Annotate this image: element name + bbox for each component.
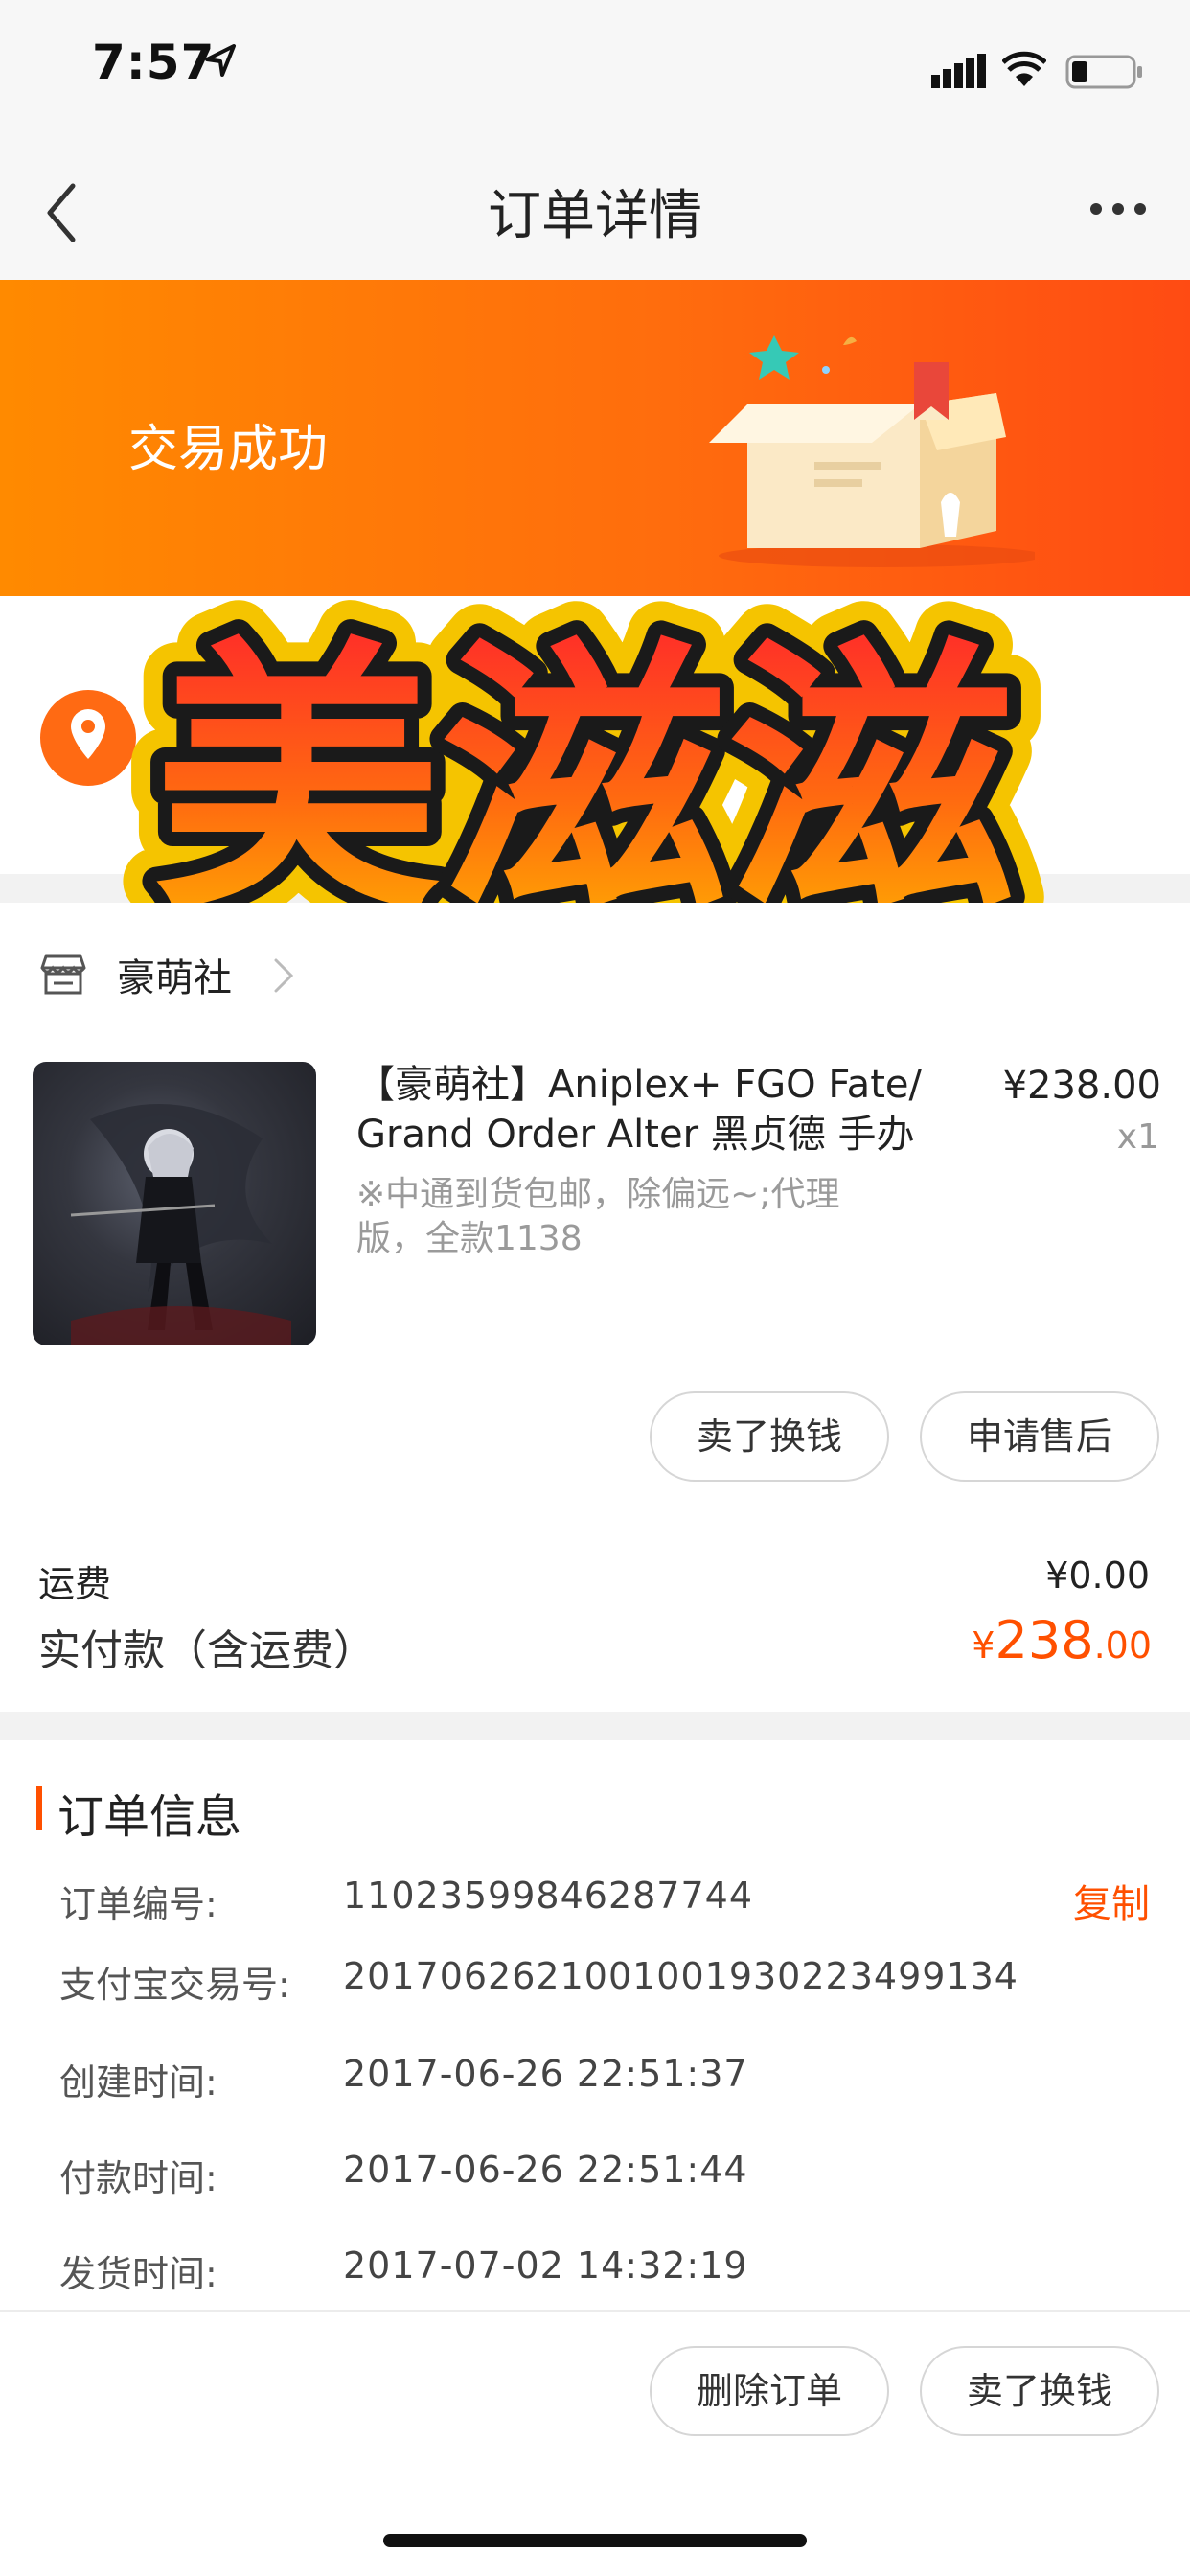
order-info-title: 订单信息 (57, 1790, 242, 1844)
shipping-fee-label: 运费 (38, 1563, 112, 1605)
copy-order-number-button[interactable]: 复制 (1073, 1873, 1150, 1928)
cellular-signal-icon (931, 54, 986, 88)
shipped-time-label: 发货时间: (59, 2253, 217, 2295)
product-price: ¥238.00 (1002, 1064, 1161, 1108)
order-status-text: 交易成功 (128, 421, 329, 478)
shipping-fee-value: ¥0.00 (1045, 1554, 1150, 1597)
paid-currency: ¥ (972, 1624, 995, 1667)
sell-for-cash-button[interactable]: 卖了换钱 (650, 1392, 889, 1482)
figure-illustration (70, 1104, 291, 1346)
after-sale-button[interactable]: 申请售后 (920, 1392, 1159, 1482)
paid-amount-value: ¥238.00 (920, 1610, 1152, 1670)
home-indicator[interactable] (383, 2534, 807, 2547)
shipped-time-value: 2017-07-02 14:32:19 (343, 2244, 748, 2287)
battery-icon (1065, 55, 1142, 89)
product-image[interactable] (33, 1062, 316, 1346)
delete-order-button[interactable]: 删除订单 (650, 2346, 889, 2436)
paid-integer: 238 (995, 1610, 1094, 1670)
created-time-label: 创建时间: (59, 2061, 217, 2104)
page-title: 订单详情 (488, 185, 702, 247)
shop-row[interactable]: 豪萌社 (0, 903, 1190, 1046)
product-title[interactable]: 【豪萌社】Aniplex+ FGO Fate/ Grand Order Alte… (356, 1060, 950, 1160)
paid-time-value: 2017-06-26 22:51:44 (343, 2149, 748, 2191)
product-quantity: x1 (1116, 1117, 1159, 1157)
status-time: 7:57 (92, 34, 216, 90)
order-detail-screen: 7:57 订单详情 交易成功 美滋滋 美滋滋 美滋滋 豪萌社 【豪萌社】Anip… (0, 0, 1190, 2576)
section-accent-bar (36, 1786, 42, 1830)
order-number-value: 11023599846287744 (343, 1874, 754, 1917)
paid-time-label: 付款时间: (59, 2157, 217, 2199)
created-time-value: 2017-06-26 22:51:37 (343, 2053, 748, 2095)
more-options-icon[interactable] (1088, 197, 1148, 220)
store-icon (40, 954, 86, 995)
paid-decimal: .00 (1093, 1624, 1152, 1667)
section-divider (0, 1712, 1190, 1740)
sell-for-cash-bottom-button[interactable]: 卖了换钱 (920, 2346, 1159, 2436)
product-note: ※中通到货包邮，除偏远~;代理版，全款1138 (356, 1175, 840, 1258)
alipay-trade-number-label: 支付宝交易号: (59, 1964, 290, 2006)
navigation-bar: 订单详情 (0, 144, 1190, 280)
status-bar: 7:57 (0, 0, 1190, 144)
location-arrow-icon (205, 44, 236, 77)
paid-amount-label: 实付款（含运费） (38, 1626, 376, 1675)
order-number-label: 订单编号: (59, 1883, 217, 1925)
sticker-text: 美滋滋 (153, 615, 1016, 950)
order-info-section: 订单信息 订单编号: 11023599846287744 复制 支付宝交易号: … (0, 1740, 1190, 2315)
bottom-bar-divider (0, 2310, 1190, 2312)
chevron-right-icon (274, 958, 294, 993)
shop-name[interactable]: 豪萌社 (117, 947, 232, 1002)
alipay-trade-number-value: 2017062621001001930223499134 (343, 1955, 1018, 1997)
wifi-icon (1002, 51, 1046, 86)
